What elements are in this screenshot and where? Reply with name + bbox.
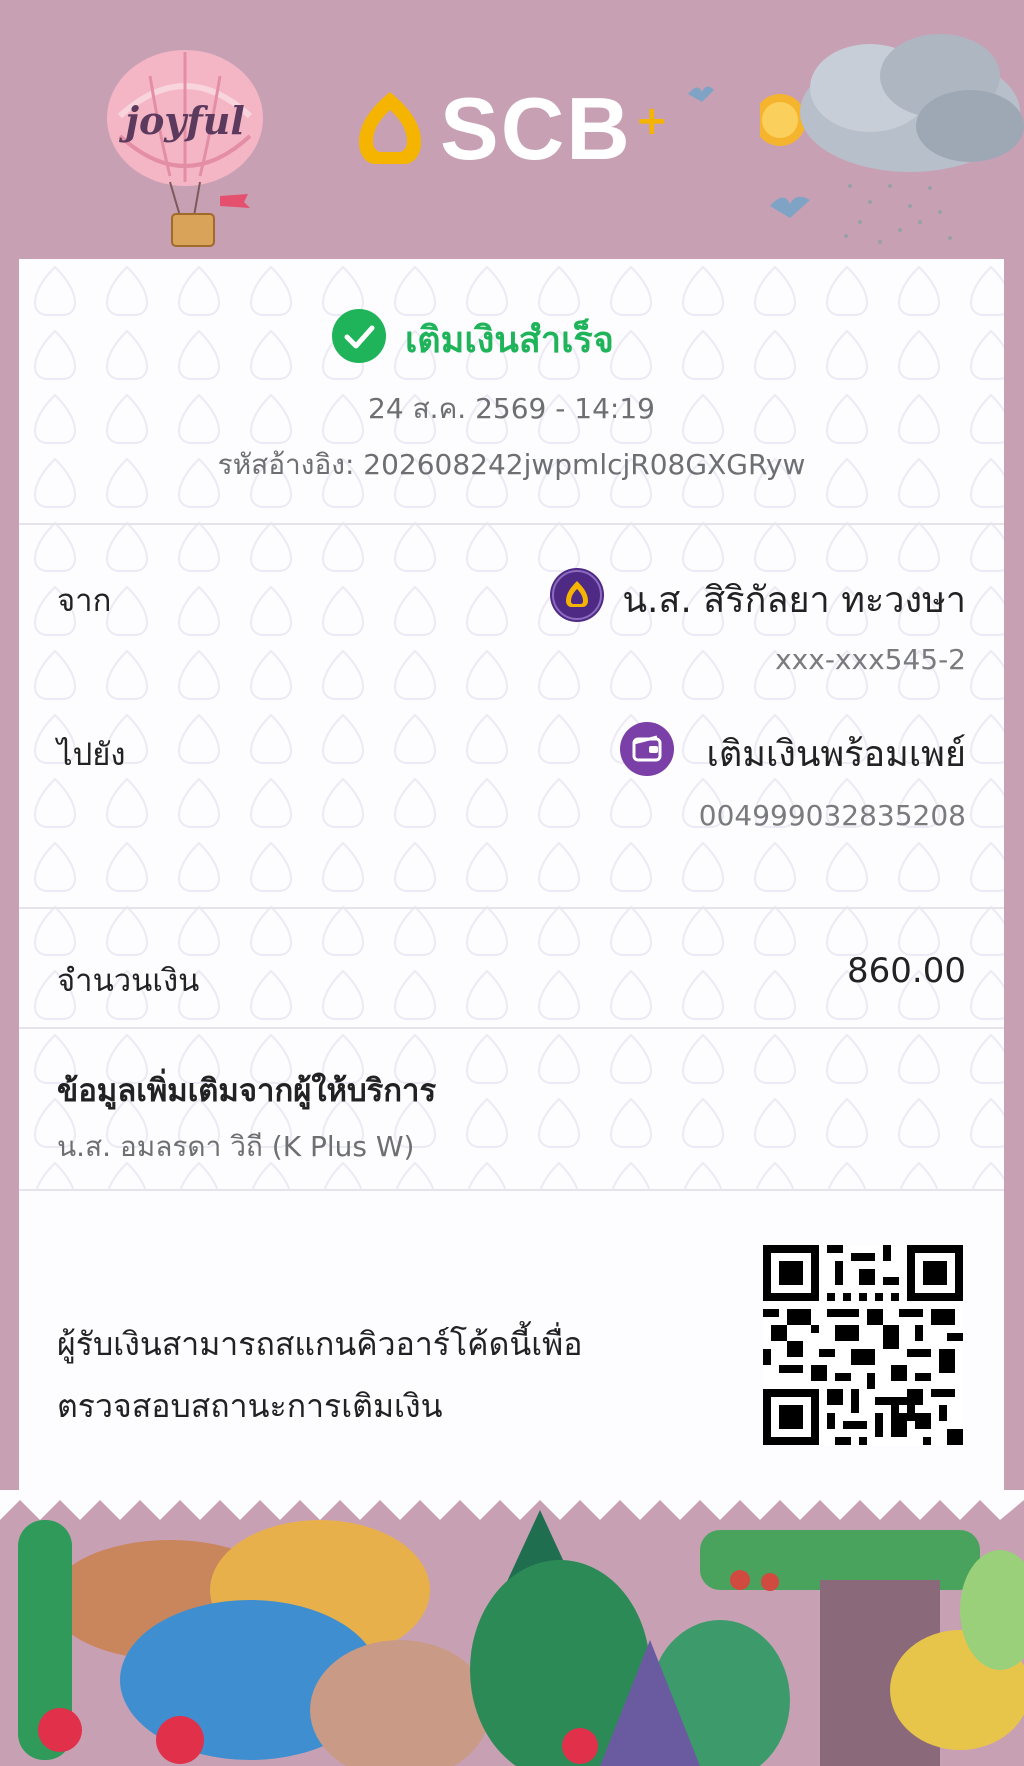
qr-instruction-line-2: ตรวจสอบสถานะการเติมเงิน (57, 1387, 443, 1425)
provider-info-value: น.ส. อมลรดา วิถี (K Plus W) (57, 1130, 415, 1163)
forest-scenery-illustration (0, 1490, 1024, 1766)
qr-instruction-text: ผู้รับเงินสามารถสแกนคิวอาร์โค้ดนี้เพื่อ … (57, 1313, 657, 1437)
sender-name: น.ส. สิริกัลยา ทะวงษา (622, 580, 966, 621)
status-row: เติมเงินสำเร็จ (19, 305, 1004, 365)
transaction-datetime: 24 ส.ค. 2569 - 14:19 (368, 392, 655, 425)
provider-info-title: ข้อมูลเพิ่มเติมจากผู้ให้บริการ (57, 1073, 437, 1109)
recipient-account-number: 004999032835208 (698, 799, 966, 832)
receipt-card: เติมเงินสำเร็จ 24 ส.ค. 2569 - 14:19 รหัส… (19, 259, 1004, 1499)
scb-logo: SCB + (345, 78, 675, 178)
qr-code[interactable] (763, 1245, 963, 1445)
reference-code: รหัสอ้างอิง: 202608242jwpmlcjR08GXGRyw (217, 448, 806, 481)
balloon-label: joyful (118, 98, 245, 143)
amount-value: 860.00 (847, 951, 966, 991)
to-label: ไปยัง (57, 737, 126, 773)
scb-bell-icon (359, 92, 421, 164)
qr-instruction-line-1: ผู้รับเงินสามารถสแกนคิวอาร์โค้ดนี้เพื่อ (57, 1325, 583, 1363)
rain-cloud-illustration (760, 34, 1024, 244)
divider (19, 907, 1004, 909)
sender-account-number: xxx-xxx545-2 (775, 643, 966, 676)
brand-text: SCB (440, 79, 632, 178)
header-banner: joyful SCB + (0, 0, 1024, 260)
divider (19, 1027, 1004, 1029)
divider (19, 1189, 1004, 1191)
wallet-icon (620, 722, 674, 776)
recipient-name: เติมเงินพร้อมเพย์ (706, 734, 966, 775)
check-circle-icon (332, 309, 386, 363)
brand-plus: + (635, 98, 669, 144)
bird-icon (688, 86, 714, 102)
scb-account-icon (550, 568, 604, 622)
hot-air-balloon-illustration: joyful (107, 50, 263, 247)
amount-label: จำนวนเงิน (57, 963, 200, 999)
status-title: เติมเงินสำเร็จ (405, 320, 614, 361)
divider (19, 523, 1004, 525)
from-label: จาก (57, 583, 112, 619)
